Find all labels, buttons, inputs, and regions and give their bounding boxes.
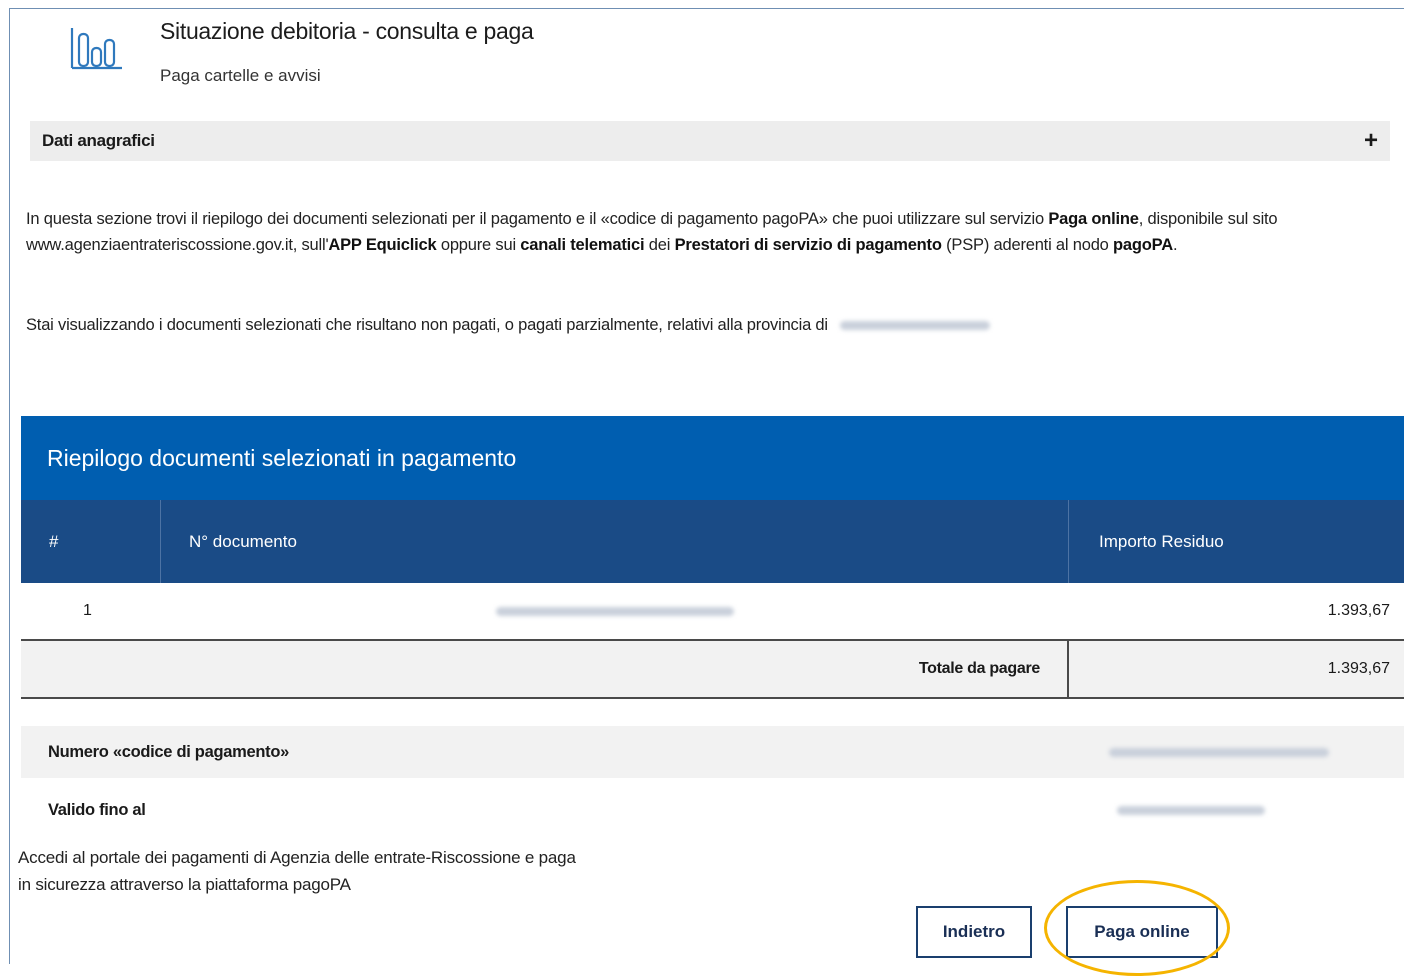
column-header-amount: Importo Residuo: [1099, 531, 1224, 551]
accordion-dati-anagrafici[interactable]: Dati anagrafici +: [30, 121, 1390, 161]
valid-until-label: Valido fino al: [48, 800, 146, 819]
row-document: [160, 583, 1069, 639]
intro-text: (PSP) aderenti al nodo: [941, 236, 1114, 254]
portal-text-line: Accedi al portale dei pagamenti di Agenz…: [18, 848, 576, 867]
payment-code-value: [1069, 743, 1404, 762]
portal-text: Accedi al portale dei pagamenti di Agenz…: [18, 844, 576, 898]
redacted-province: [840, 321, 991, 331]
intro-text: dei: [644, 236, 675, 254]
page-subtitle: Paga cartelle e avvisi: [160, 66, 321, 85]
column-header-document: N° documento: [160, 500, 1069, 583]
row-amount: 1.393,67: [1327, 602, 1390, 619]
back-button[interactable]: Indietro: [916, 906, 1032, 958]
payment-code-row: Numero «codice di pagamento»: [21, 726, 1404, 778]
intro-bold: Prestatori di servizio di pagamento: [674, 236, 942, 254]
intro-bold: APP Equiclick: [328, 236, 437, 254]
summary-title: Riepilogo documenti selezionati in pagam…: [21, 416, 1404, 500]
intro-text: oppure sui: [436, 236, 521, 254]
total-row: Totale da pagare 1.393,67: [21, 641, 1404, 699]
table-header: # N° documento Importo Residuo: [21, 500, 1404, 583]
bar-chart-icon: [70, 28, 122, 70]
summary-panel: Riepilogo documenti selezionati in pagam…: [21, 416, 1404, 699]
pay-online-button[interactable]: Paga online: [1066, 906, 1218, 958]
intro-bold: canali telematici: [520, 236, 645, 254]
row-index: 1: [83, 602, 92, 619]
intro-text: .: [1172, 236, 1178, 254]
intro-paragraph: In questa sezione trovi il riepilogo dei…: [26, 206, 1386, 258]
intro-text: In questa sezione trovi il riepilogo dei…: [26, 210, 1049, 228]
plus-icon[interactable]: +: [1364, 129, 1378, 153]
intro-bold: pagoPA: [1113, 236, 1173, 254]
page-title: Situazione debitoria - consulta e paga: [160, 18, 534, 44]
total-value: 1.393,67: [1327, 660, 1390, 677]
total-label: Totale da pagare: [21, 641, 1069, 697]
portal-text-line: in sicurezza attraverso la piattaforma p…: [18, 875, 351, 894]
valid-until-value: [1069, 801, 1404, 820]
redacted-valid-date: [1117, 805, 1265, 815]
table-row: 1 1.393,67: [21, 583, 1404, 641]
column-header-index: #: [49, 531, 59, 551]
redacted-payment-code: [1109, 747, 1329, 757]
accordion-label: Dati anagrafici: [42, 131, 155, 150]
province-line: Stai visualizzando i documenti seleziona…: [26, 316, 991, 335]
payment-code-label: Numero «codice di pagamento»: [48, 742, 289, 761]
redacted-document-number: [495, 606, 734, 616]
valid-until-row: Valido fino al: [21, 784, 1404, 836]
province-text: Stai visualizzando i documenti seleziona…: [26, 316, 828, 334]
intro-bold: Paga online: [1048, 210, 1139, 228]
